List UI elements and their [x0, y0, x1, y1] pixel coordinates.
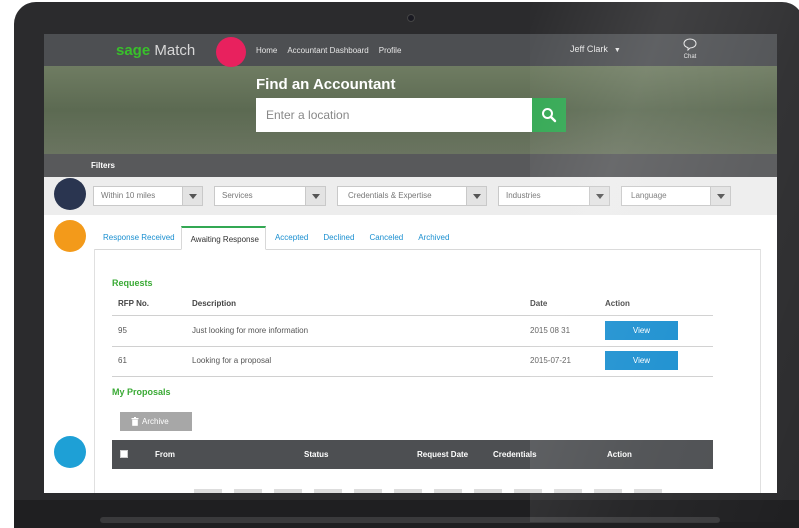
- col-from: From: [155, 450, 175, 459]
- proposals-table-header: From Status Request Date Credentials Act…: [112, 440, 713, 469]
- request-date-1: 2015 08 31: [530, 326, 571, 335]
- nav-home-link[interactable]: Home: [256, 46, 277, 55]
- col-action: Action: [607, 450, 632, 459]
- col-rfp-no: RFP No.: [118, 299, 149, 308]
- my-proposals-title: My Proposals: [112, 387, 171, 397]
- col-date: Date: [530, 299, 548, 308]
- col-description: Description: [192, 299, 237, 308]
- archive-button[interactable]: Archive: [120, 412, 192, 431]
- laptop-base: [14, 500, 799, 528]
- caret-down-icon: ▼: [613, 47, 621, 54]
- request-description-2: Looking for a proposal: [192, 356, 272, 365]
- request-date-2: 2015-07-21: [530, 356, 571, 365]
- chevron-down-icon: [589, 187, 609, 205]
- chevron-down-icon: [466, 187, 486, 205]
- chat-label: Chat: [683, 54, 697, 60]
- webcam: [407, 14, 415, 22]
- credentials-select-value: Credentials & Expertise: [348, 191, 432, 200]
- sage-match-logo[interactable]: sage Match: [116, 42, 195, 59]
- annotation-dot-orange: [54, 220, 86, 252]
- chat-bubble-icon: [683, 38, 697, 52]
- hero-banner: Find an Accountant Enter a location: [44, 66, 777, 154]
- language-select[interactable]: Language: [621, 186, 731, 206]
- row-rule: [112, 376, 713, 377]
- col-status: Status: [304, 450, 329, 459]
- top-navigation: sage Match Home Accountant Dashboard Pro…: [44, 34, 777, 66]
- nav-accountant-dashboard-link[interactable]: Accountant Dashboard: [287, 46, 368, 55]
- logo-match-text: Match: [154, 42, 196, 59]
- tab-archived[interactable]: Archived: [409, 226, 455, 250]
- industries-select-value: Industries: [506, 191, 541, 200]
- chat-button[interactable]: Chat: [680, 38, 700, 60]
- industries-select[interactable]: Industries: [498, 186, 610, 206]
- distance-select[interactable]: Within 10 miles: [93, 186, 203, 206]
- chevron-down-icon: [710, 187, 730, 205]
- search-icon: [542, 108, 557, 123]
- row-rule: [112, 346, 713, 347]
- page-title: Find an Accountant: [256, 76, 396, 93]
- location-input[interactable]: Enter a location: [256, 98, 532, 132]
- request-rfp-2: 61: [118, 356, 127, 365]
- view-button[interactable]: View: [605, 351, 678, 370]
- col-credentials: Credentials: [493, 450, 537, 459]
- user-menu[interactable]: Jeff Clark ▼: [570, 44, 621, 54]
- logo-sage-text: sage: [116, 42, 151, 59]
- filters-bar: Filters: [44, 154, 777, 177]
- filters-label: Filters: [91, 161, 116, 170]
- table-row: [194, 489, 674, 493]
- col-request-date: Request Date: [417, 450, 469, 459]
- col-action: Action: [605, 299, 630, 308]
- screen: sage Match Home Accountant Dashboard Pro…: [44, 34, 777, 493]
- language-select-value: Language: [631, 191, 667, 200]
- view-button[interactable]: View: [605, 321, 678, 340]
- annotation-dot-navy: [54, 178, 86, 210]
- distance-select-value: Within 10 miles: [101, 191, 156, 200]
- tab-awaiting-response[interactable]: Awaiting Response: [180, 226, 266, 250]
- services-select-value: Services: [222, 191, 253, 200]
- select-all-checkbox[interactable]: [120, 450, 128, 458]
- header-rule: [112, 315, 713, 316]
- chevron-down-icon: [182, 187, 202, 205]
- nav-links: Home Accountant Dashboard Profile: [256, 46, 401, 55]
- status-tabs: Response Received Awaiting Response Acce…: [94, 226, 455, 250]
- annotation-dot-pink: [216, 37, 246, 67]
- request-description-1: Just looking for more information: [192, 326, 309, 335]
- laptop-base-edge: [100, 517, 720, 523]
- credentials-select[interactable]: Credentials & Expertise: [337, 186, 487, 206]
- services-select[interactable]: Services: [214, 186, 326, 206]
- archive-label: Archive: [142, 417, 169, 426]
- search-button[interactable]: [532, 98, 566, 132]
- chevron-down-icon: [305, 187, 325, 205]
- tab-accepted[interactable]: Accepted: [266, 226, 314, 250]
- tab-declined[interactable]: Declined: [314, 226, 360, 250]
- trash-icon: [131, 417, 139, 426]
- user-name: Jeff Clark: [570, 44, 608, 54]
- request-rfp-1: 95: [118, 326, 127, 335]
- nav-profile-link[interactable]: Profile: [379, 46, 402, 55]
- tab-response-received[interactable]: Response Received: [94, 226, 181, 250]
- requests-title: Requests: [112, 278, 153, 288]
- annotation-dot-blue: [54, 436, 86, 468]
- tab-canceled[interactable]: Canceled: [360, 226, 409, 250]
- filter-row: Within 10 miles Services Credentials & E…: [44, 177, 777, 215]
